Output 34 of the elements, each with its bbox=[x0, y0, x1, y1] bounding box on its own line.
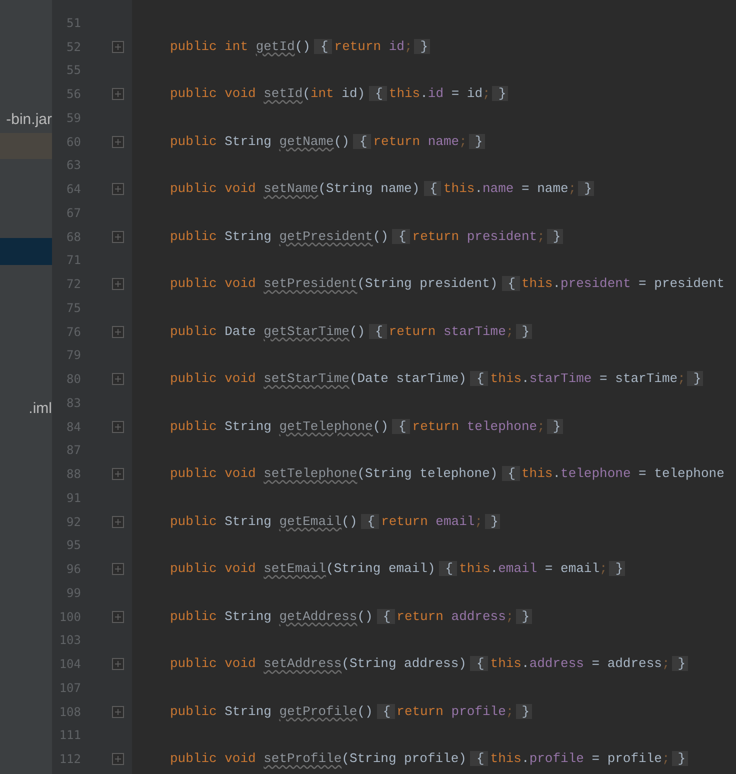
expand-icon[interactable] bbox=[112, 563, 124, 576]
expand-icon[interactable] bbox=[112, 278, 124, 290]
code-line: public void setProfile(String profile) { this.profile = profile; } bbox=[170, 750, 688, 768]
code-line: public String getProfile() { return profile; } bbox=[170, 702, 532, 721]
tree-item[interactable]: .iml bbox=[0, 396, 52, 422]
code-line: public void setPresident(String president) { this.president = president bbox=[170, 275, 724, 294]
code-line: public void setAddress(String address) { this.address = address; } bbox=[170, 655, 688, 674]
code-line: public String getPresident() { return president; } bbox=[170, 228, 563, 246]
expand-icon[interactable] bbox=[112, 516, 124, 528]
code-line: public void setTelephone(String telephone) { this.telephone = telephone bbox=[170, 465, 724, 484]
code-line: public Date getStarTime() { return starTime; } bbox=[170, 322, 532, 341]
code-line: public String getTelephone() { return telephone; } bbox=[170, 418, 563, 436]
tree-item[interactable]: -bin.jar bbox=[0, 106, 52, 134]
expand-icon[interactable] bbox=[112, 230, 124, 243]
expand-icon[interactable] bbox=[112, 468, 124, 480]
code-line: public String getName() { return name; } bbox=[170, 132, 485, 151]
code-line: public void setEmail(String email) { this.email = email; } bbox=[170, 560, 626, 578]
expand-icon[interactable] bbox=[112, 373, 124, 386]
expand-icon[interactable] bbox=[112, 420, 124, 433]
expand-icon[interactable] bbox=[112, 40, 124, 53]
expand-icon[interactable] bbox=[112, 136, 124, 148]
code-line: public void setId(int id) { this.id = id; } bbox=[170, 85, 508, 104]
code-line: public String getEmail() { return email; } bbox=[170, 512, 500, 531]
expand-icon[interactable] bbox=[112, 183, 124, 196]
code-line: public String getAddress() { return address; } bbox=[170, 608, 532, 626]
expand-icon[interactable] bbox=[112, 88, 124, 100]
code-line: public void setName(String name) { this.name = name; } bbox=[170, 180, 594, 198]
expand-icon[interactable] bbox=[112, 658, 124, 670]
expand-icon[interactable] bbox=[112, 326, 124, 338]
code-line: public void setStarTime(Date starTime) { this.starTime = starTime; } bbox=[170, 370, 704, 388]
expand-icon[interactable] bbox=[112, 610, 124, 623]
expand-icon[interactable] bbox=[112, 706, 124, 718]
expand-icon[interactable] bbox=[112, 753, 124, 766]
code-line: public int getId() { return id; } bbox=[170, 38, 430, 56]
